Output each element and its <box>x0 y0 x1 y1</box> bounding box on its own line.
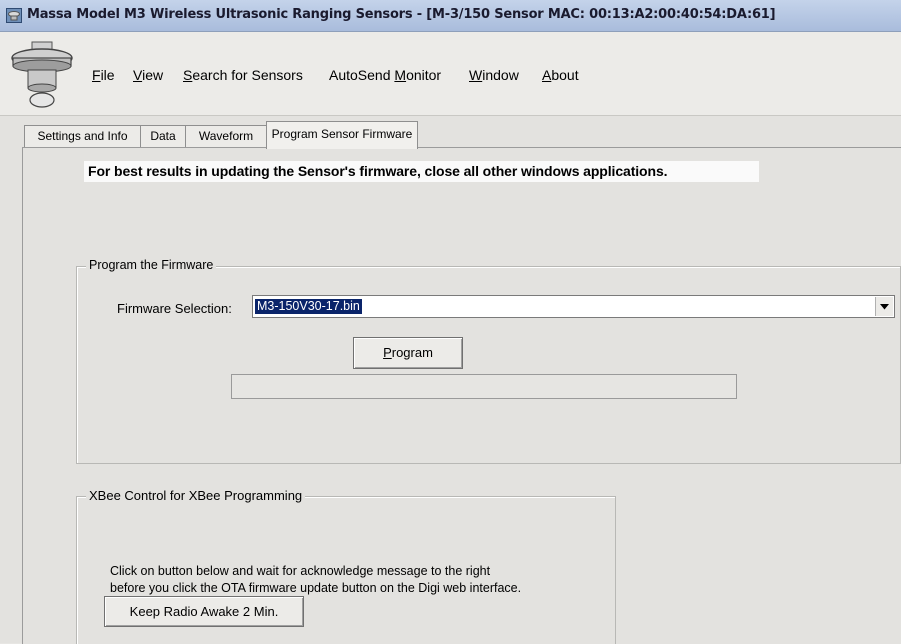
xbee-group-title: XBee Control for XBee Programming <box>86 488 306 503</box>
menu-about[interactable]: About <box>542 67 579 83</box>
program-button[interactable]: Program <box>353 337 463 369</box>
firmware-progress-bar <box>231 374 737 399</box>
keep-radio-awake-button[interactable]: Keep Radio Awake 2 Min. <box>104 596 304 627</box>
xbee-instructions: Click on button below and wait for ackno… <box>110 563 521 597</box>
menu-view[interactable]: View <box>133 67 163 83</box>
tab-data[interactable]: Data <box>140 125 186 148</box>
menu-bar: File View Search for Sensors AutoSend Mo… <box>0 32 901 116</box>
instruction-line-2: before you click the OTA firmware update… <box>110 581 522 595</box>
window-title: Massa Model M3 Wireless Ultrasonic Rangi… <box>27 7 776 22</box>
title-bar: Massa Model M3 Wireless Ultrasonic Rangi… <box>0 0 901 32</box>
instruction-line-1: Click on button below and wait for ackno… <box>110 564 491 578</box>
firmware-notice: For best results in updating the Sensor'… <box>84 161 759 182</box>
menu-window[interactable]: Window <box>469 67 519 83</box>
menu-autosend-monitor[interactable]: AutoSend Monitor <box>329 67 441 83</box>
firmware-selection-label: Firmware Selection: <box>117 301 232 316</box>
tab-waveform[interactable]: Waveform <box>185 125 267 148</box>
tab-settings-and-info[interactable]: Settings and Info <box>24 125 141 148</box>
menu-file[interactable]: File <box>92 67 115 83</box>
firmware-selection-value: M3-150V30-17.bin <box>255 299 362 314</box>
firmware-selection-dropdown[interactable]: M3-150V30-17.bin <box>252 295 895 318</box>
sensor-logo <box>11 41 73 108</box>
chevron-down-icon <box>880 303 889 309</box>
tab-program-sensor-firmware[interactable]: Program Sensor Firmware <box>266 121 418 149</box>
menu-search-for-sensors[interactable]: Search for Sensors <box>183 67 303 83</box>
dropdown-arrow-button[interactable] <box>875 297 893 316</box>
sensor-icon[interactable] <box>6 8 22 23</box>
program-firmware-group-title: Program the Firmware <box>86 258 217 272</box>
